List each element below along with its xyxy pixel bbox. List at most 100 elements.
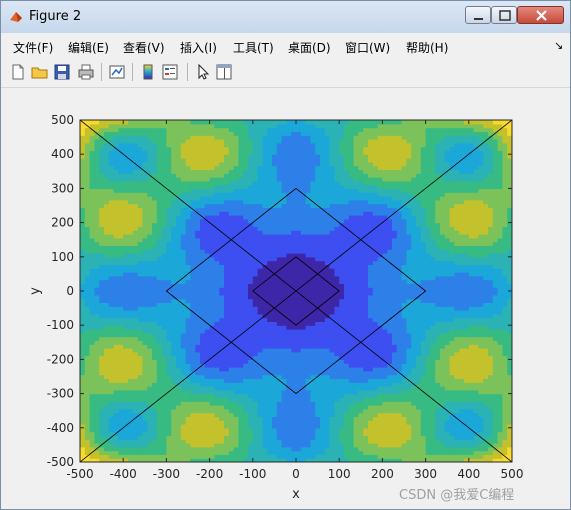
contour-cell bbox=[363, 279, 369, 284]
contour-cell bbox=[219, 382, 225, 387]
menu-help[interactable]: 帮助(H) bbox=[406, 39, 448, 56]
contour-cell bbox=[344, 450, 350, 455]
contour-cell bbox=[185, 336, 191, 341]
link-plot-icon[interactable] bbox=[108, 63, 126, 81]
contour-cell bbox=[334, 298, 340, 303]
contour-cell bbox=[483, 367, 489, 372]
chevron-icon[interactable]: ↘ bbox=[554, 39, 563, 52]
contour-cell bbox=[238, 325, 244, 330]
contour-cell bbox=[267, 329, 273, 334]
open-file-icon[interactable] bbox=[31, 63, 49, 81]
title-bar[interactable]: Figure 2 bbox=[1, 1, 570, 33]
print-icon[interactable] bbox=[77, 63, 95, 81]
contour-cell bbox=[291, 374, 297, 379]
contour-cell bbox=[262, 340, 268, 345]
contour-cell bbox=[396, 355, 403, 360]
contour-cell bbox=[267, 332, 273, 338]
minimize-button[interactable] bbox=[465, 6, 491, 24]
contour-cell bbox=[435, 416, 441, 421]
contour-cell bbox=[214, 367, 220, 372]
contour-cell bbox=[464, 321, 470, 326]
contour-cell bbox=[392, 336, 398, 341]
contour-cell bbox=[224, 355, 230, 360]
menu-tools[interactable]: 工具(T) bbox=[233, 39, 274, 56]
contour-cell bbox=[286, 332, 292, 338]
menu-insert[interactable]: 插入(I) bbox=[180, 39, 217, 56]
contour-cell bbox=[104, 412, 110, 417]
contour-cell bbox=[272, 332, 278, 338]
contour-cell bbox=[228, 351, 235, 357]
legend-icon[interactable] bbox=[161, 63, 179, 81]
contour-cell bbox=[435, 272, 441, 277]
property-editor-icon[interactable] bbox=[215, 63, 233, 81]
contour-cell bbox=[358, 382, 364, 387]
contour-cell bbox=[358, 272, 364, 277]
contour-cell bbox=[272, 412, 278, 417]
contour-cell bbox=[363, 325, 369, 330]
contour-cell bbox=[425, 408, 431, 414]
contour-cell bbox=[281, 435, 287, 440]
contour-cell bbox=[339, 374, 345, 379]
contour-cell bbox=[252, 435, 259, 440]
colorbar-icon[interactable] bbox=[139, 63, 157, 81]
contour-cell bbox=[353, 313, 359, 319]
contour-cell bbox=[468, 287, 475, 292]
menu-view[interactable]: 查看(V) bbox=[123, 39, 165, 56]
menu-desktop[interactable]: 桌面(D) bbox=[288, 39, 331, 56]
contour-cell bbox=[118, 348, 124, 353]
contour-cell bbox=[344, 427, 350, 433]
maximize-button[interactable] bbox=[491, 6, 517, 24]
contour-cell bbox=[430, 427, 436, 433]
contour-cell bbox=[272, 389, 278, 395]
new-figure-icon[interactable] bbox=[9, 63, 27, 81]
contour-cell bbox=[200, 275, 206, 281]
contour-cell bbox=[310, 405, 316, 410]
contour-cell bbox=[459, 363, 465, 368]
contour-cell bbox=[368, 412, 374, 417]
contour-cell bbox=[99, 389, 105, 395]
contour-cell bbox=[320, 401, 326, 406]
contour-cell bbox=[118, 283, 124, 288]
contour-cell bbox=[392, 386, 398, 391]
contour-cell bbox=[123, 416, 129, 421]
contour-cell bbox=[473, 302, 479, 307]
contour-cell bbox=[166, 405, 172, 410]
contour-cell bbox=[156, 332, 163, 338]
contour-cell bbox=[252, 393, 259, 398]
contour-cell bbox=[387, 325, 393, 330]
contour-cell bbox=[296, 344, 302, 349]
menu-window[interactable]: 窗口(W) bbox=[345, 39, 390, 56]
contour-cell bbox=[324, 439, 331, 444]
contour-cell bbox=[243, 256, 249, 262]
pointer-icon[interactable] bbox=[194, 63, 212, 81]
menu-file[interactable]: 文件(F) bbox=[13, 39, 53, 56]
close-button[interactable] bbox=[517, 6, 564, 24]
contour-cell bbox=[176, 412, 182, 417]
contour-cell bbox=[118, 279, 124, 284]
contour-cell bbox=[99, 329, 105, 334]
contour-cell bbox=[204, 329, 211, 334]
contour-cell bbox=[214, 325, 220, 330]
contour-cell bbox=[358, 291, 364, 296]
contour-cell bbox=[128, 344, 134, 349]
contour-cell bbox=[315, 450, 321, 455]
contour-cell bbox=[84, 340, 91, 345]
menu-edit[interactable]: 编辑(E) bbox=[68, 39, 109, 56]
contour-cell bbox=[377, 446, 383, 452]
contour-cell bbox=[382, 302, 388, 307]
contour-cell bbox=[377, 302, 383, 307]
contour-cell bbox=[84, 264, 91, 269]
contour-cell bbox=[276, 382, 283, 387]
contour-cell bbox=[142, 317, 148, 322]
save-icon[interactable] bbox=[53, 63, 71, 81]
contour-cell bbox=[483, 287, 489, 292]
contour-cell bbox=[401, 427, 407, 433]
contour-cell bbox=[272, 420, 278, 425]
contour-cell bbox=[118, 359, 124, 364]
contour-cell bbox=[420, 272, 427, 277]
contour-cell bbox=[468, 253, 475, 258]
contour-cell bbox=[353, 454, 359, 459]
contour-cell bbox=[137, 268, 143, 273]
contour-cell bbox=[459, 397, 465, 402]
contour-cell bbox=[420, 253, 427, 258]
